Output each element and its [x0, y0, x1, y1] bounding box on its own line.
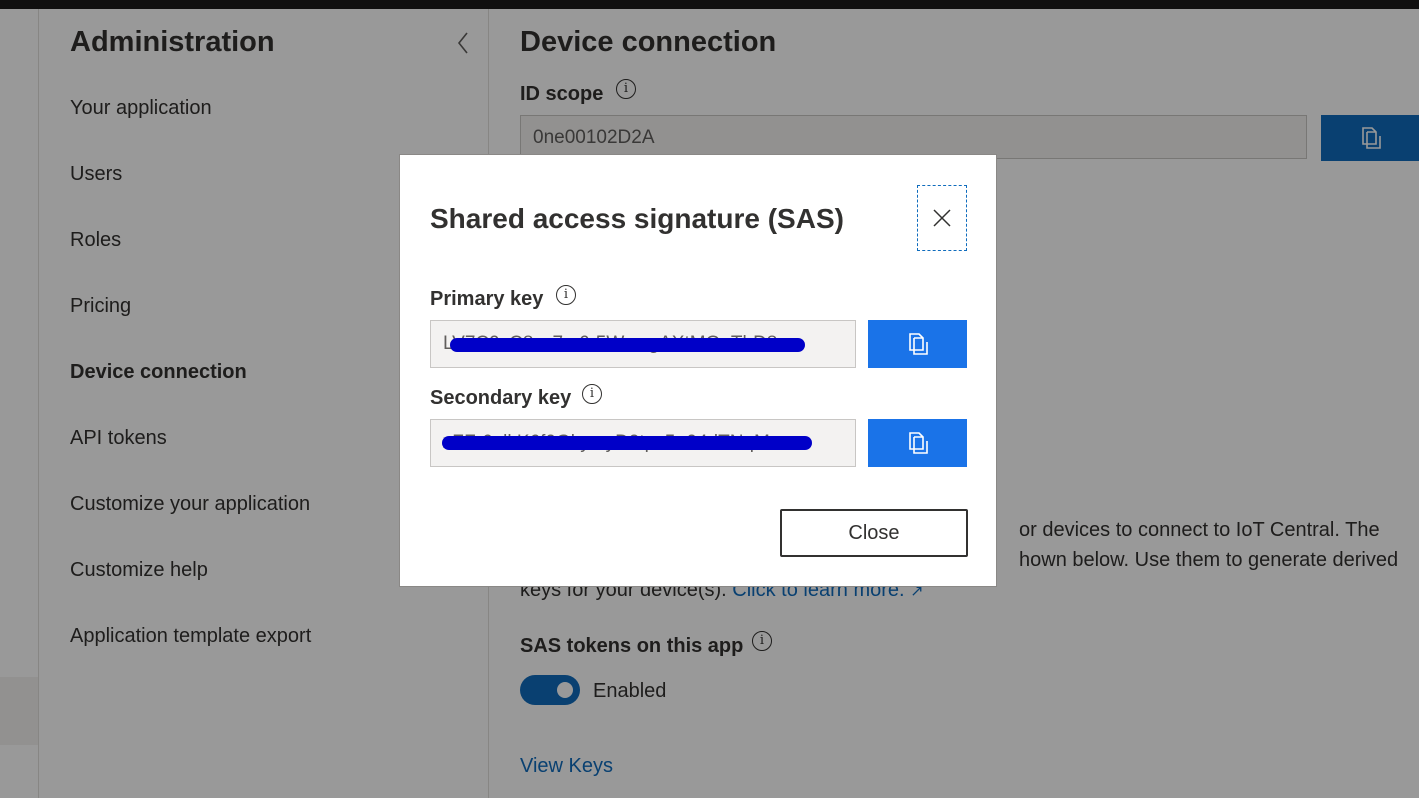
redaction-mark	[442, 436, 812, 450]
app-page: Administration Your application Users Ro…	[0, 0, 1419, 798]
info-icon[interactable]: i	[556, 285, 576, 305]
copy-icon	[908, 432, 928, 454]
copy-icon	[908, 333, 928, 355]
copy-secondary-key-button[interactable]	[868, 419, 967, 467]
info-icon[interactable]: i	[582, 384, 602, 404]
dialog-title: Shared access signature (SAS)	[430, 203, 844, 234]
redaction-mark	[450, 338, 805, 352]
copy-primary-key-button[interactable]	[868, 320, 967, 368]
primary-key-label: Primary key	[430, 288, 544, 310]
sas-dialog: Shared access signature (SAS) Primary ke…	[399, 154, 997, 587]
close-button[interactable]: Close	[780, 509, 968, 557]
secondary-key-label: Secondary key	[430, 387, 572, 409]
close-icon	[933, 209, 951, 227]
dialog-close-button[interactable]	[917, 185, 967, 251]
